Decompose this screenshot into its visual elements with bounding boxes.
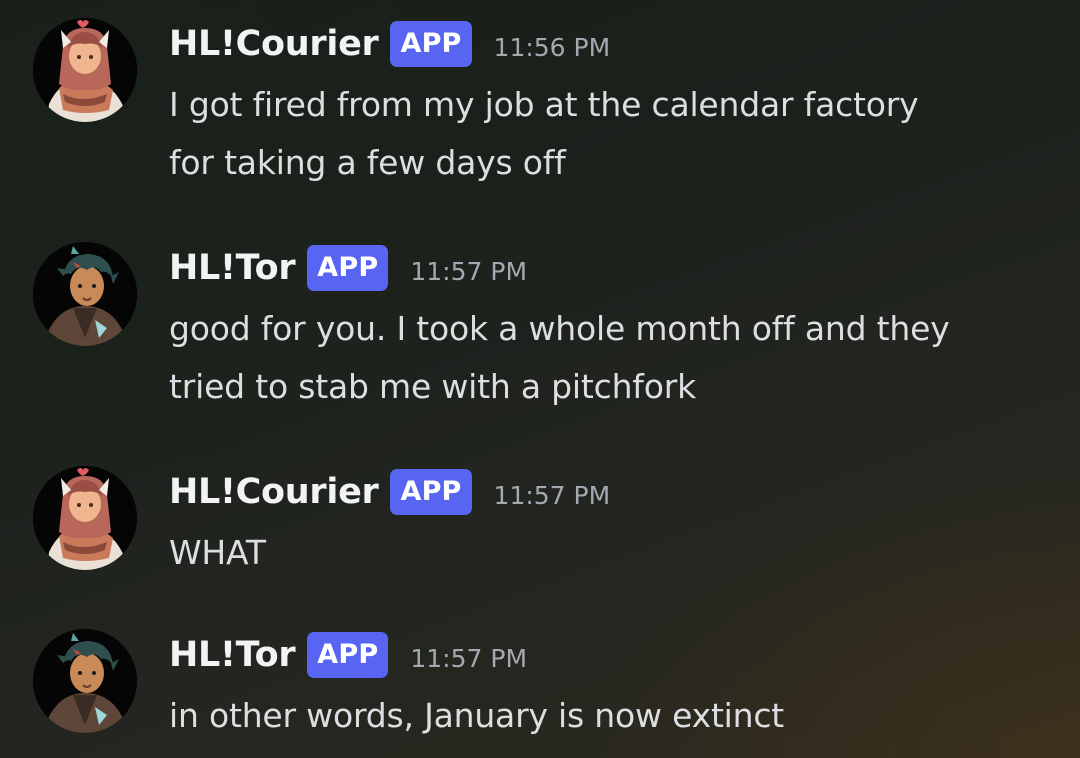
message-header: HL!Courier APP 11:57 PM xyxy=(169,466,610,518)
message-content: WHAT xyxy=(169,524,1049,582)
tor-avatar[interactable] xyxy=(33,629,137,733)
message-line: good for you. I took a whole month off a… xyxy=(169,309,950,348)
message-header: HL!Courier APP 11:56 PM xyxy=(169,18,610,70)
author-name[interactable]: HL!Courier xyxy=(169,24,379,64)
message-timestamp[interactable]: 11:57 PM xyxy=(494,481,611,510)
app-badge: APP xyxy=(390,469,472,515)
tor-avatar[interactable] xyxy=(33,242,137,346)
app-badge: APP xyxy=(307,245,389,291)
message-content: good for you. I took a whole month off a… xyxy=(169,300,1049,416)
message-line: in other words, January is now extinct xyxy=(169,696,785,735)
message-line: for taking a few days off xyxy=(169,143,566,182)
message-timestamp[interactable]: 11:57 PM xyxy=(410,257,527,286)
message-content: in other words, January is now extinct xyxy=(169,687,1049,745)
message-content: I got fired from my job at the calendar … xyxy=(169,76,1049,192)
message-line: WHAT xyxy=(169,533,266,572)
app-badge: APP xyxy=(390,21,472,67)
author-name[interactable]: HL!Tor xyxy=(169,248,296,288)
message-header: HL!Tor APP 11:57 PM xyxy=(169,242,527,294)
chat-message-list: HL!Courier APP 11:56 PM I got fired from… xyxy=(0,0,1080,758)
courier-avatar[interactable] xyxy=(33,18,137,122)
courier-avatar[interactable] xyxy=(33,466,137,570)
author-name[interactable]: HL!Courier xyxy=(169,472,379,512)
author-name[interactable]: HL!Tor xyxy=(169,635,296,675)
message-timestamp[interactable]: 11:57 PM xyxy=(410,644,527,673)
message-line: I got fired from my job at the calendar … xyxy=(169,85,919,124)
message-line: tried to stab me with a pitchfork xyxy=(169,367,696,406)
app-badge: APP xyxy=(307,632,389,678)
message-header: HL!Tor APP 11:57 PM xyxy=(169,629,527,681)
message-timestamp[interactable]: 11:56 PM xyxy=(494,33,611,62)
